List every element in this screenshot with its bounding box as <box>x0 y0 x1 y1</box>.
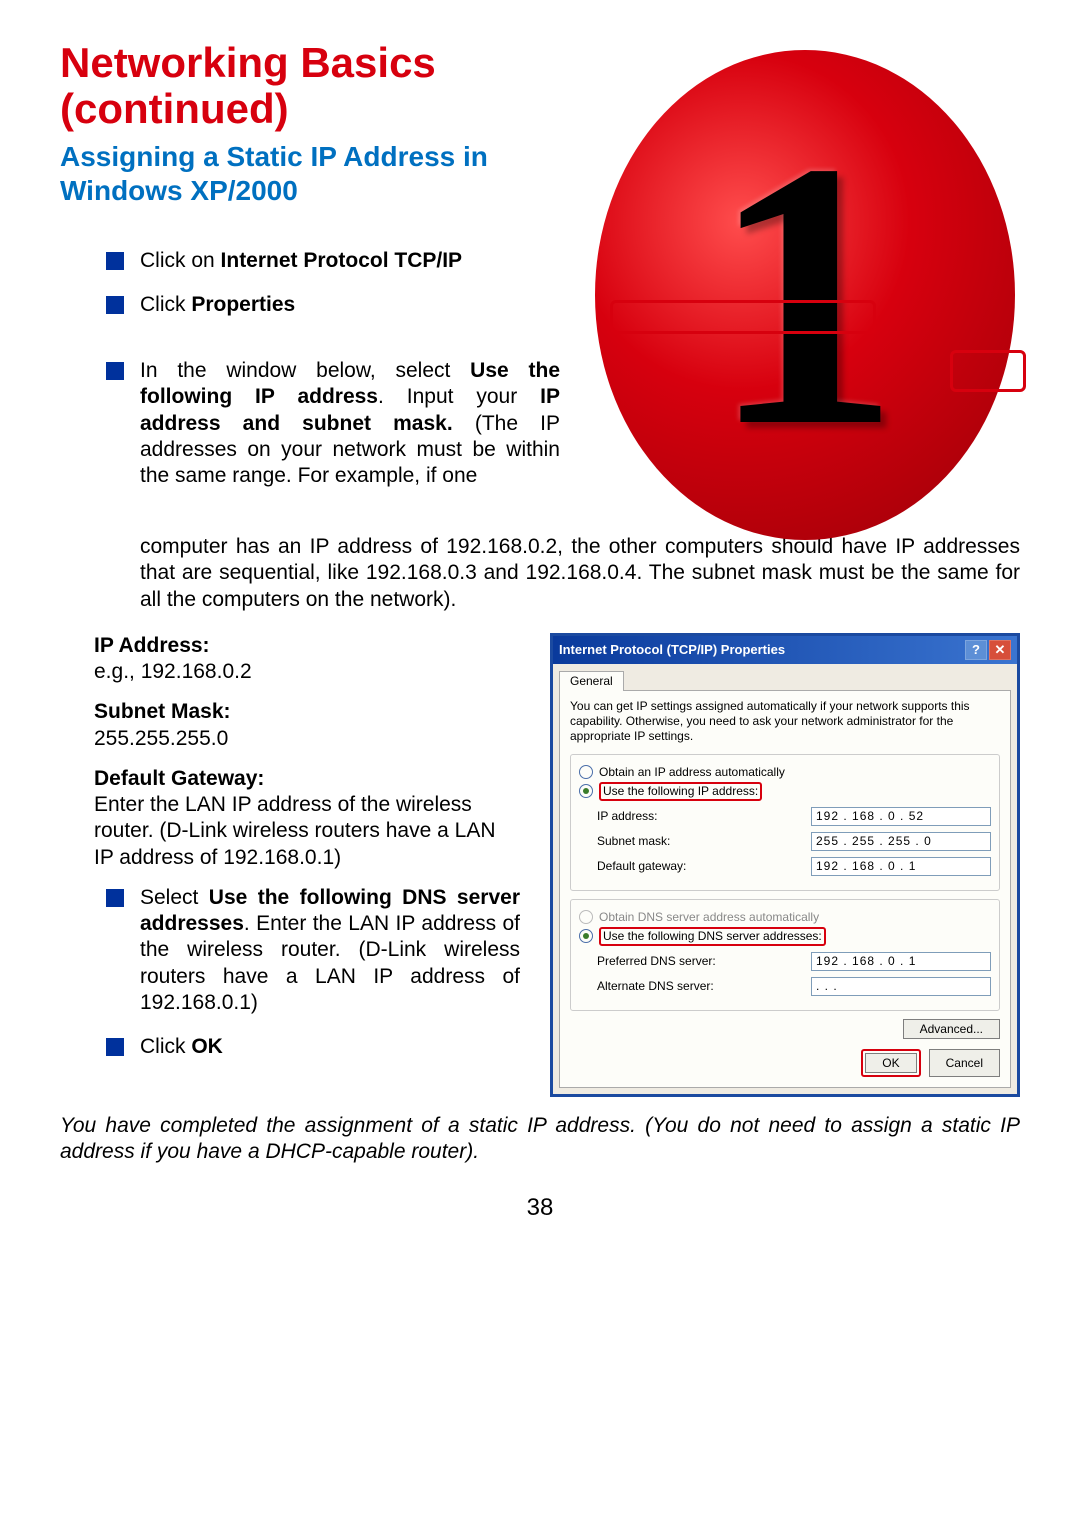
bullet-square-icon <box>106 1038 124 1056</box>
radio-label: Obtain DNS server address automatically <box>599 910 819 925</box>
help-button[interactable]: ? <box>965 640 987 660</box>
alternate-dns-input[interactable]: . . . <box>811 977 991 996</box>
figure-number: 1 <box>710 105 900 485</box>
dialog-title: Internet Protocol (TCP/IP) Properties <box>559 642 963 658</box>
bullet-item: Select Use the following DNS server addr… <box>106 885 520 1016</box>
bullet-bold: Internet Protocol TCP/IP <box>221 249 463 272</box>
radio-use-ip[interactable]: Use the following IP address: <box>579 782 991 801</box>
radio-label: Use the following DNS server addresses: <box>603 929 822 943</box>
field-label: Preferred DNS server: <box>597 954 811 969</box>
field-value: e.g., 192.168.0.2 <box>94 659 520 685</box>
page-number: 38 <box>60 1193 1020 1223</box>
radio-obtain-dns: Obtain DNS server address automatically <box>579 910 991 925</box>
advanced-button[interactable]: Advanced... <box>903 1019 1000 1039</box>
dns-group: Obtain DNS server address automatically … <box>570 899 1000 1011</box>
field-value: Enter the LAN IP address of the wireless… <box>94 792 520 871</box>
field-label: Subnet mask: <box>597 834 811 849</box>
bullet-text: Click <box>140 1035 191 1058</box>
close-button[interactable]: ✕ <box>989 640 1011 660</box>
radio-label: Use the following IP address: <box>603 784 758 798</box>
field-label: Default Gateway: <box>94 767 264 790</box>
radio-icon <box>579 784 593 798</box>
field-label: IP address: <box>597 809 811 824</box>
preferred-dns-input[interactable]: 192 . 168 . 0 . 1 <box>811 952 991 971</box>
dialog-titlebar: Internet Protocol (TCP/IP) Properties ? … <box>553 636 1017 664</box>
ok-button[interactable]: OK <box>865 1053 916 1073</box>
radio-obtain-ip[interactable]: Obtain an IP address automatically <box>579 765 991 780</box>
bullet-item: Click OK <box>106 1034 520 1060</box>
page-heading: Networking Basics (continued) <box>60 40 560 132</box>
tcpip-properties-dialog: Internet Protocol (TCP/IP) Properties ? … <box>550 633 1020 1097</box>
callout-highlight: Use the following DNS server addresses: <box>599 927 826 946</box>
completion-note: You have completed the assignment of a s… <box>60 1113 1020 1166</box>
ip-address-input[interactable]: 192 . 168 . 0 . 52 <box>811 807 991 826</box>
callout-box-icon <box>950 350 1026 392</box>
bullet-item: Click Properties <box>106 292 560 318</box>
bullet-text: . Input your <box>378 385 540 408</box>
bullet-text: Click on <box>140 249 221 272</box>
bullet-bold: OK <box>191 1035 223 1058</box>
red-oval-icon: 1 <box>595 50 1015 540</box>
bullet-bold: Properties <box>191 293 295 316</box>
radio-use-dns[interactable]: Use the following DNS server addresses: <box>579 927 991 946</box>
tab-general[interactable]: General <box>559 671 624 691</box>
radio-icon <box>579 929 593 943</box>
field-label: Subnet Mask: <box>94 700 231 723</box>
field-label: IP Address: <box>94 634 210 657</box>
bullet-item: Click on Internet Protocol TCP/IP <box>106 248 560 274</box>
page-subheading: Assigning a Static IP Address in Windows… <box>60 140 560 207</box>
radio-icon <box>579 765 593 779</box>
dialog-description: You can get IP settings assigned automat… <box>570 699 1000 744</box>
callout-box-icon <box>610 300 876 334</box>
bullet-square-icon <box>106 296 124 314</box>
step-figure: 1 <box>590 40 1020 550</box>
bullet-item: In the window below, select Use the foll… <box>106 358 560 489</box>
ip-group: Obtain an IP address automatically Use t… <box>570 754 1000 891</box>
bullet-text: Select <box>140 886 209 909</box>
bullet-square-icon <box>106 362 124 380</box>
field-label: Default gateway: <box>597 859 811 874</box>
callout-highlight: OK <box>861 1049 920 1077</box>
bullet-text: Click <box>140 293 191 316</box>
callout-highlight: Use the following IP address: <box>599 782 762 801</box>
bullet-text: In the window below, select <box>140 359 470 382</box>
radio-icon <box>579 910 593 924</box>
radio-label: Obtain an IP address automatically <box>599 765 785 780</box>
bullet-square-icon <box>106 252 124 270</box>
bullet-square-icon <box>106 889 124 907</box>
field-label: Alternate DNS server: <box>597 979 811 994</box>
cancel-button[interactable]: Cancel <box>929 1049 1000 1077</box>
field-value: 255.255.255.0 <box>94 726 520 752</box>
subnet-mask-input[interactable]: 255 . 255 . 255 . 0 <box>811 832 991 851</box>
default-gateway-input[interactable]: 192 . 168 . 0 . 1 <box>811 857 991 876</box>
